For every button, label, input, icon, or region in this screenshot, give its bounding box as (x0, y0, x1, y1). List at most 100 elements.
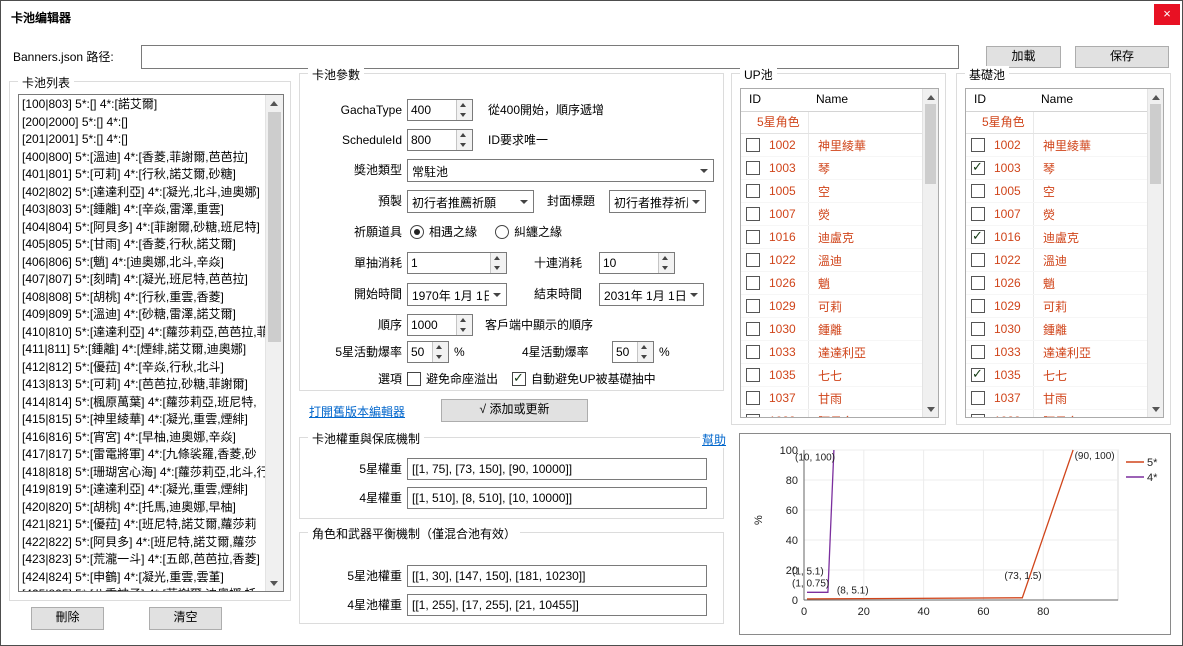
up-pool-row[interactable]: 1038阿貝多 (741, 410, 923, 417)
preset-select[interactable]: 初行者推薦祈願 (407, 190, 534, 213)
up-pool-row[interactable]: 1035七七 (741, 364, 923, 387)
delete-button[interactable]: 刪除 (31, 607, 104, 630)
base-pool-row[interactable]: 1022溫迪 (966, 249, 1148, 272)
pool-list-item[interactable]: [200|2000] 5*:[] 4*:[] (19, 114, 266, 132)
ten-cost-input[interactable]: 10 (599, 252, 675, 274)
spin-down-icon[interactable] (457, 110, 472, 120)
up-pool-row[interactable]: 1026魈 (741, 272, 923, 295)
scroll-down-icon[interactable] (266, 575, 283, 591)
up-pool-row[interactable]: 1007熒 (741, 203, 923, 226)
pool-list-item[interactable]: [411|811] 5*:[鍾離] 4*:[煙緋,諾艾爾,迪奧娜] (19, 341, 266, 359)
up-pool-row[interactable]: 1037甘雨 (741, 387, 923, 410)
pool-list-item[interactable]: [408|808] 5*:[胡桃] 4*:[行秋,重雲,香菱] (19, 289, 266, 307)
base-pool-row[interactable]: 1005空 (966, 180, 1148, 203)
base-pool-row-checkbox[interactable] (971, 184, 985, 198)
up-pool-row-checkbox[interactable] (746, 184, 760, 198)
base-pool-row-checkbox[interactable] (971, 368, 985, 382)
base-pool-row[interactable]: 1016迪盧克 (966, 226, 1148, 249)
rate4-input[interactable]: 50 (612, 341, 654, 363)
scroll-thumb[interactable] (1150, 104, 1161, 184)
base-pool-row-checkbox[interactable] (971, 322, 985, 336)
base-pool-row[interactable]: 1030鍾離 (966, 318, 1148, 341)
help-link[interactable]: 幫助 (700, 431, 728, 448)
up-pool-row-checkbox[interactable] (746, 299, 760, 313)
spin-up-icon[interactable] (638, 342, 653, 352)
base-pool-row-checkbox[interactable] (971, 230, 985, 244)
load-button[interactable]: 加載 (986, 46, 1061, 68)
up-pool-row-checkbox[interactable] (746, 230, 760, 244)
single-cost-input[interactable]: 1 (407, 252, 507, 274)
pool-list-item[interactable]: [400|800] 5*:[溫迪] 4*:[香菱,菲謝爾,芭芭拉] (19, 149, 266, 167)
up-pool-scrollbar[interactable] (922, 89, 938, 417)
pool-weight5-input[interactable] (407, 565, 707, 587)
pool-list-item[interactable]: [403|803] 5*:[鍾離] 4*:[辛焱,雷澤,重雲] (19, 201, 266, 219)
spin-up-icon[interactable] (491, 253, 506, 263)
up-pool-row[interactable]: 1030鍾離 (741, 318, 923, 341)
base-pool-row[interactable]: 1035七七 (966, 364, 1148, 387)
up-pool-row-checkbox[interactable] (746, 322, 760, 336)
pool-list-item[interactable]: [409|809] 5*:[溫迪] 4*:[砂糖,雷澤,諾艾爾] (19, 306, 266, 324)
up-pool-row-checkbox[interactable] (746, 161, 760, 175)
pool-list-item[interactable]: [405|805] 5*:[甘雨] 4*:[香菱,行秋,諾艾爾] (19, 236, 266, 254)
pool-list-item[interactable]: [100|803] 5*:[] 4*:[諾艾爾] (19, 96, 266, 114)
end-time-picker[interactable]: 2031年 1月 1日 (599, 283, 704, 306)
scroll-thumb[interactable] (925, 104, 936, 184)
up-pool-row[interactable]: 1002神里綾華 (741, 134, 923, 157)
pool-list-item[interactable]: [420|820] 5*:[胡桃] 4*:[托馬,迪奧娜,早柚] (19, 499, 266, 517)
up-pool-row[interactable]: 1022溫迪 (741, 249, 923, 272)
up-pool-row-checkbox[interactable] (746, 391, 760, 405)
pool-list-item[interactable]: [415|815] 5*:[神里綾華] 4*:[凝光,重雲,煙緋] (19, 411, 266, 429)
base-pool-row-checkbox[interactable] (971, 414, 985, 417)
pool-list-item[interactable]: [402|802] 5*:[達達利亞] 4*:[凝光,北斗,迪奧娜] (19, 184, 266, 202)
close-button[interactable]: × (1154, 4, 1180, 25)
base-pool-row-checkbox[interactable] (971, 138, 985, 152)
scroll-up-icon[interactable] (923, 89, 938, 105)
scroll-up-icon[interactable] (266, 95, 283, 111)
up-pool-row-checkbox[interactable] (746, 138, 760, 152)
base-pool-row[interactable]: 1033達達利亞 (966, 341, 1148, 364)
pool-list-item[interactable]: [414|814] 5*:[楓原萬葉] 4*:[蘿莎莉亞,班尼特, (19, 394, 266, 412)
pool-list-item[interactable]: [421|821] 5*:[優菈] 4*:[班尼特,諾艾爾,蘿莎莉 (19, 516, 266, 534)
base-pool-row[interactable]: 1029可莉 (966, 295, 1148, 318)
pool-list-item[interactable]: [416|816] 5*:[宵宮] 4*:[早柚,迪奧娜,辛焱] (19, 429, 266, 447)
base-pool-row-checkbox[interactable] (971, 345, 985, 359)
pool-list-item[interactable]: [201|2001] 5*:[] 4*:[] (19, 131, 266, 149)
pool-list-item[interactable]: [406|806] 5*:[魈] 4*:[迪奧娜,北斗,辛焱] (19, 254, 266, 272)
pool-list-item[interactable]: [407|807] 5*:[刻晴] 4*:[凝光,班尼特,芭芭拉] (19, 271, 266, 289)
up-pool-row-checkbox[interactable] (746, 414, 760, 417)
order-input[interactable]: 1000 (407, 314, 473, 336)
weight4-input[interactable] (407, 487, 707, 509)
pool-list-item[interactable]: [404|804] 5*:[阿貝多] 4*:[菲謝爾,砂糖,班尼特] (19, 219, 266, 237)
radio-intertwined-fate[interactable]: 糾纏之緣 (495, 223, 562, 240)
spin-up-icon[interactable] (659, 253, 674, 263)
clear-button[interactable]: 清空 (149, 607, 222, 630)
base-pool-row-checkbox[interactable] (971, 276, 985, 290)
base-pool-row-checkbox[interactable] (971, 299, 985, 313)
pool-listbox[interactable]: [100|803] 5*:[] 4*:[諾艾爾][200|2000] 5*:[]… (18, 94, 284, 592)
base-pool-scrollbar[interactable] (1147, 89, 1163, 417)
spin-down-icon[interactable] (491, 263, 506, 273)
spin-down-icon[interactable] (638, 352, 653, 362)
scroll-thumb[interactable] (268, 112, 281, 342)
radio-acquaint-fate[interactable]: 相遇之緣 (410, 223, 477, 240)
spin-up-icon[interactable] (457, 315, 472, 325)
up-pool-row[interactable]: 1016迪盧克 (741, 226, 923, 249)
up-pool-row-checkbox[interactable] (746, 253, 760, 267)
pool-list-scrollbar[interactable] (265, 95, 283, 591)
spin-down-icon[interactable] (457, 325, 472, 335)
up-pool-row[interactable]: 1005空 (741, 180, 923, 203)
scheduleid-input[interactable]: 800 (407, 129, 473, 151)
up-pool-row-checkbox[interactable] (746, 276, 760, 290)
up-pool-row-checkbox[interactable] (746, 207, 760, 221)
base-pool-row[interactable]: 1007熒 (966, 203, 1148, 226)
base-pool-row[interactable]: 1037甘雨 (966, 387, 1148, 410)
checkbox-auto-avoid-up-in-base[interactable]: 自動避免UP被基礎抽中 (512, 370, 656, 387)
pool-list-item[interactable]: [422|822] 5*:[阿貝多] 4*:[班尼特,諾艾爾,蘿莎 (19, 534, 266, 552)
pool-list-item[interactable]: [410|810] 5*:[達達利亞] 4*:[蘿莎莉亞,芭芭拉,菲 (19, 324, 266, 342)
spin-up-icon[interactable] (433, 342, 448, 352)
pool-list-item[interactable]: [417|817] 5*:[雷電將軍] 4*:[九條裟羅,香菱,砂 (19, 446, 266, 464)
open-old-editor-link[interactable]: 打開舊版本編輯器 (309, 403, 405, 420)
start-time-picker[interactable]: 1970年 1月 1日 (407, 283, 507, 306)
up-pool-row[interactable]: 1033達達利亞 (741, 341, 923, 364)
pool-list-item[interactable]: [401|801] 5*:[可莉] 4*:[行秋,諾艾爾,砂糖] (19, 166, 266, 184)
